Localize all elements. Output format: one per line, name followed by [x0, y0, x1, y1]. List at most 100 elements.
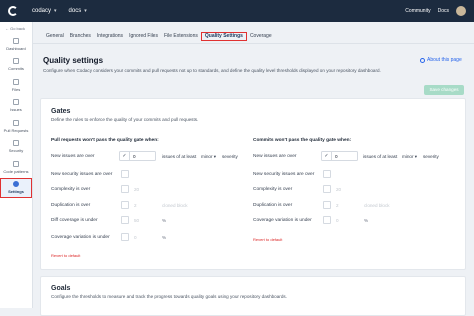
pr-coverage-variation-checkbox[interactable] — [121, 233, 129, 241]
sidebar: ← Go back Dashboard Commits Files Issues… — [0, 22, 33, 308]
sidebar-item-label: Settings — [8, 189, 24, 195]
sidebar-item-label: Issues — [10, 107, 22, 113]
pr-coverage-variation-label: Coverage variation is under — [51, 235, 110, 240]
sidebar-item-settings[interactable]: Settings — [0, 177, 32, 198]
sidebar-item-files[interactable]: Files — [0, 75, 32, 96]
save-changes-button[interactable]: Save changes — [424, 85, 464, 95]
sidebar-item-label: Files — [11, 86, 21, 92]
settings-icon — [13, 181, 19, 188]
pr-new-issues-label: New issues are over — [51, 154, 95, 159]
page-description: Configure when Codacy considers your com… — [43, 68, 381, 73]
files-icon — [13, 78, 19, 85]
commit-complexity-label: Complexity is over — [253, 187, 293, 192]
commit-security-issues-checkbox[interactable] — [323, 170, 331, 178]
go-back-link[interactable]: ← Go back — [0, 22, 32, 34]
commits-icon — [13, 58, 19, 65]
pr-diff-coverage-percent: % — [162, 218, 167, 223]
sidebar-item-label: Pull Requests — [3, 127, 29, 133]
pr-coverage-variation-percent: % — [162, 235, 167, 240]
commit-issues-suffix: issues of at least — [363, 154, 398, 159]
issues-icon — [13, 99, 19, 106]
avatar[interactable] — [456, 6, 466, 16]
sidebar-item-code-patterns[interactable]: Code patterns — [0, 157, 32, 178]
commit-complexity-checkbox[interactable] — [323, 185, 331, 193]
commit-security-issues-label: New security issues are over — [253, 172, 315, 177]
tab-general[interactable]: General — [43, 32, 67, 41]
pr-diff-coverage-checkbox[interactable] — [121, 216, 129, 224]
tab-integrations[interactable]: Integrations — [94, 32, 126, 41]
pr-duplication-suffix: cloned block — [162, 203, 188, 208]
community-link[interactable]: Community — [405, 8, 430, 14]
org-name: codacy — [32, 8, 52, 14]
pr-security-issues-checkbox[interactable] — [121, 170, 129, 178]
repo-selector[interactable]: docs ▾ — [69, 8, 87, 14]
sidebar-item-label: Commits — [8, 66, 24, 72]
codacy-logo-icon[interactable] — [8, 6, 18, 16]
pull-requests-icon — [13, 119, 19, 126]
gates-description: Define the rules to enforce the quality … — [51, 117, 199, 122]
help-icon — [420, 57, 425, 63]
tab-quality-settings[interactable]: Quality Settings — [200, 32, 247, 41]
checkmark-icon[interactable]: ✓ — [120, 151, 130, 161]
sidebar-item-security[interactable]: Security — [0, 137, 32, 158]
security-icon — [13, 140, 19, 147]
pr-duplication-placeholder: 2 — [134, 203, 137, 208]
sidebar-item-commits[interactable]: Commits — [0, 55, 32, 76]
pr-security-issues-label: New security issues are over — [51, 172, 113, 177]
repo-name: docs — [68, 8, 82, 14]
sidebar-item-label: Security — [8, 148, 24, 154]
tab-branches[interactable]: Branches — [67, 32, 94, 41]
pr-complexity-label: Complexity is over — [51, 187, 91, 192]
sidebar-item-label: Code patterns — [3, 168, 29, 174]
code-patterns-icon — [13, 160, 19, 167]
commit-duplication-checkbox[interactable] — [323, 201, 331, 209]
pr-diff-coverage-label: Diff coverage is under — [51, 218, 98, 223]
pr-gate-title: Pull requests won't pass the quality gat… — [51, 138, 159, 143]
commit-coverage-variation-label: Coverage variation is under — [253, 218, 312, 223]
goals-description: Configure the thresholds to measure and … — [51, 294, 287, 299]
commit-complexity-placeholder: 20 — [336, 187, 342, 192]
commit-severity-label: severity — [423, 154, 439, 159]
goals-title: Goals — [51, 285, 71, 292]
docs-link[interactable]: Docs — [438, 8, 449, 14]
chevron-down-icon: ▾ — [84, 8, 87, 14]
commit-new-issues-value: 0 — [335, 153, 338, 159]
commit-coverage-variation-percent: % — [364, 218, 369, 223]
commit-severity-value: minor — [402, 154, 414, 159]
sidebar-item-dashboard[interactable]: Dashboard — [0, 34, 32, 55]
tab-ignored-files[interactable]: Ignored Files — [126, 32, 161, 41]
pr-complexity-checkbox[interactable] — [121, 185, 129, 193]
tab-coverage[interactable]: Coverage — [247, 32, 275, 41]
pr-complexity-placeholder: 20 — [134, 187, 140, 192]
pr-new-issues-input[interactable]: ✓ 0 — [119, 151, 156, 161]
sidebar-item-label: Dashboard — [6, 45, 26, 51]
commit-new-issues-input[interactable]: ✓ 0 — [321, 151, 358, 161]
pr-severity-label: severity — [222, 154, 238, 159]
pr-duplication-label: Duplication is over — [51, 203, 91, 208]
sidebar-item-issues[interactable]: Issues — [0, 96, 32, 117]
chevron-down-icon: ▾ — [54, 8, 57, 14]
commit-gate-title: Commits won't pass the quality gate when… — [253, 138, 352, 143]
about-label: About this page — [427, 57, 462, 63]
tab-file-extensions[interactable]: File Extensions — [161, 32, 201, 41]
pr-revert-to-default-link[interactable]: Revert to default — [51, 253, 80, 258]
sidebar-item-pull-requests[interactable]: Pull Requests — [0, 116, 32, 137]
commit-revert-to-default-link[interactable]: Revert to default — [253, 237, 282, 242]
page-title: Quality settings — [43, 56, 104, 65]
pr-new-issues-value: 0 — [133, 153, 136, 159]
dashboard-icon — [13, 37, 19, 44]
commit-severity-select[interactable]: minor ▾ — [402, 154, 417, 160]
top-navigation-bar: codacy ▾ docs ▾ Community Docs — [0, 0, 474, 22]
pr-issues-suffix: issues of at least — [162, 154, 197, 159]
gates-card — [40, 98, 466, 270]
settings-tabs: General Branches Integrations Ignored Fi… — [33, 30, 474, 44]
commit-coverage-variation-checkbox[interactable] — [323, 216, 331, 224]
commit-duplication-suffix: cloned block — [364, 203, 390, 208]
checkmark-icon[interactable]: ✓ — [322, 151, 332, 161]
pr-severity-value: minor — [201, 154, 213, 159]
about-page-link[interactable]: About this page — [420, 57, 462, 63]
org-selector[interactable]: codacy ▾ — [32, 8, 57, 14]
gates-title: Gates — [51, 108, 71, 115]
pr-duplication-checkbox[interactable] — [121, 201, 129, 209]
pr-severity-select[interactable]: minor ▾ — [201, 154, 216, 160]
